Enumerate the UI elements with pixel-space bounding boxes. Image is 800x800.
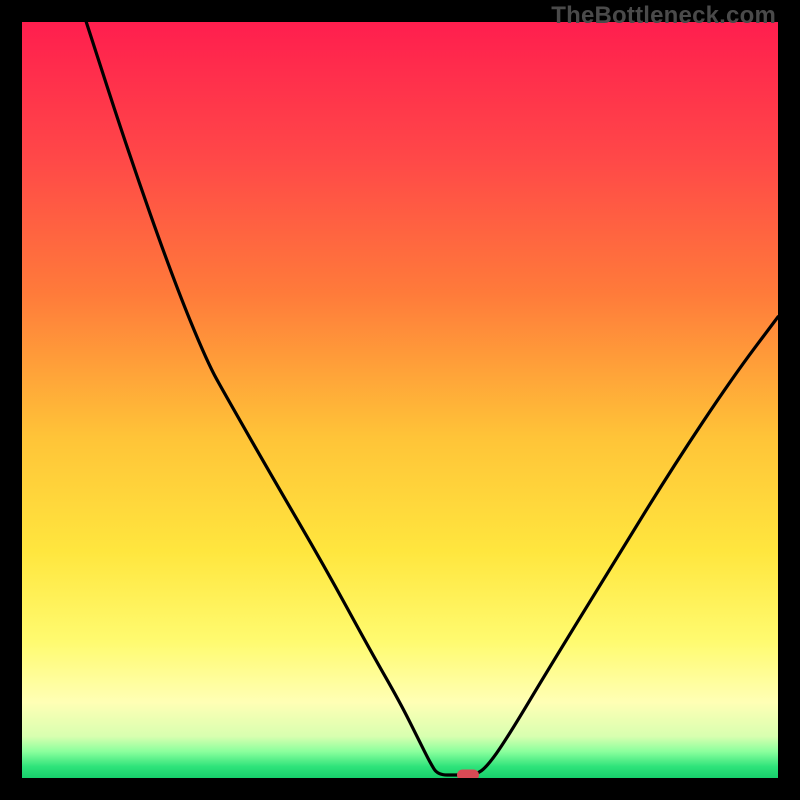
optimal-point-marker [457,769,479,778]
chart-plot-area [22,22,778,778]
bottleneck-curve [86,22,778,775]
watermark-text: TheBottleneck.com [551,2,776,30]
chart-lines [22,22,778,778]
